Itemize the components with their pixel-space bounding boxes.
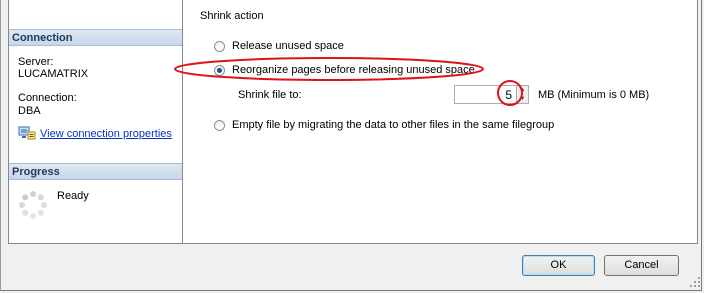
- annotation-circle-size: [497, 80, 523, 106]
- ok-button[interactable]: OK: [522, 255, 595, 276]
- annotation-overlay: [174, 57, 523, 106]
- shrink-file-dialog: Connection Server: LUCAMATRIX Connection…: [0, 0, 702, 291]
- annotation-ellipse-reorganize: [174, 57, 484, 81]
- resize-grip-icon[interactable]: [689, 276, 701, 288]
- cancel-button[interactable]: Cancel: [604, 255, 679, 276]
